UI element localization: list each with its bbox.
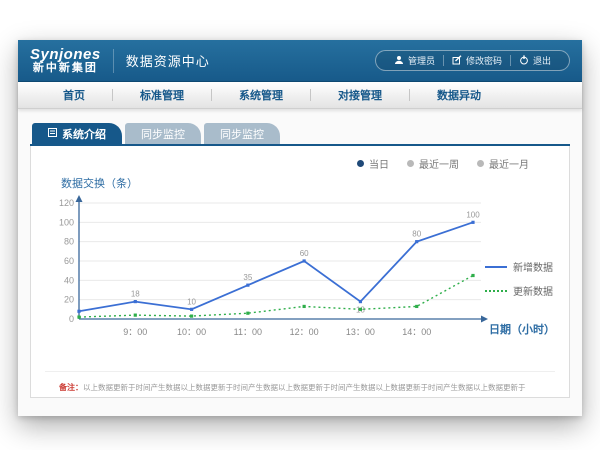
svg-text:100: 100 (466, 210, 480, 219)
svg-text:80: 80 (412, 230, 421, 239)
legend-line-sample (485, 266, 507, 268)
tab-1[interactable]: 同步监控 (125, 123, 201, 144)
footnote: 备注：以上数据更新于时间产生数据以上数据更新于时间产生数据以上数据更新于时间产生… (45, 371, 555, 393)
radio-selected-icon (357, 160, 364, 167)
svg-text:10: 10 (187, 297, 196, 306)
tab-label: 系统介绍 (62, 126, 106, 142)
document-icon (48, 128, 57, 140)
legend-item-1[interactable]: 更新数据 (485, 283, 553, 298)
period-option-label: 当日 (369, 156, 389, 171)
app-header: Synjones 新中新集团 数据资源中心 管理员 修改密码 退出 (18, 40, 582, 82)
edit-icon (452, 55, 462, 67)
main-content: 系统介绍 同步监控 同步监控 当日 最近一周 最近一月 数据交换（条） 0 20 40 60 8… (18, 109, 582, 398)
svg-text:18: 18 (131, 290, 140, 299)
svg-text:0: 0 (69, 314, 74, 324)
tab-label: 同步监控 (220, 126, 264, 142)
legend-label: 更新数据 (513, 283, 553, 298)
logo-text-secondary: 新中新集团 (33, 63, 98, 75)
page-title: 数据资源中心 (126, 51, 210, 70)
footnote-text: 以上数据更新于时间产生数据以上数据更新于时间产生数据以上数据更新于时间产生数据以… (83, 383, 526, 392)
nav-item-4[interactable]: 数据异动 (410, 87, 508, 103)
period-option-1[interactable]: 最近一周 (407, 156, 459, 171)
footnote-label: 备注： (59, 383, 83, 392)
x-axis-title: 日期（小时） (489, 321, 555, 337)
svg-text:60: 60 (300, 249, 309, 258)
svg-text:80: 80 (64, 237, 74, 247)
svg-text:35: 35 (243, 273, 252, 282)
period-option-0[interactable]: 当日 (357, 156, 389, 171)
nav-item-2[interactable]: 系统管理 (212, 87, 310, 103)
nav-item-0[interactable]: 首页 (36, 87, 112, 103)
line-chart: 0 20 40 60 80 100 120 9：00 10：00 11：00 12：00 13：00 1… (45, 193, 489, 343)
y-axis-title: 数据交换（条） (61, 175, 555, 191)
svg-text:12：00: 12：00 (290, 327, 319, 337)
tab-bar: 系统介绍 同步监控 同步监控 (30, 123, 570, 144)
current-user-button[interactable]: 管理员 (386, 54, 443, 67)
app-window: Synjones 新中新集团 数据资源中心 管理员 修改密码 退出 首页标准管理… (18, 40, 582, 416)
tab-2[interactable]: 同步监控 (204, 123, 280, 144)
tab-label: 同步监控 (141, 126, 185, 142)
svg-text:40: 40 (64, 275, 74, 285)
logo-text-primary: Synjones (30, 47, 101, 63)
svg-text:120: 120 (59, 198, 74, 208)
nav-bar: 首页标准管理系统管理对接管理数据异动 (18, 82, 582, 109)
tab-0[interactable]: 系统介绍 (32, 123, 122, 144)
chart-area: 0 20 40 60 80 100 120 9：00 10：00 11：00 12：00 13：00 1… (45, 193, 555, 361)
change-password-label: 修改密码 (466, 54, 502, 67)
radio-unselected-icon (407, 160, 414, 167)
svg-text:20: 20 (64, 295, 74, 305)
svg-text:9：00: 9：00 (123, 327, 147, 337)
period-option-label: 最近一周 (419, 156, 459, 171)
chart-legend: 新增数据更新数据 (485, 259, 553, 298)
period-option-2[interactable]: 最近一月 (477, 156, 529, 171)
header-divider (113, 49, 114, 73)
svg-text:60: 60 (64, 256, 74, 266)
legend-label: 新增数据 (513, 259, 553, 274)
svg-text:14：00: 14：00 (402, 327, 431, 337)
company-logo: Synjones 新中新集团 (30, 47, 101, 74)
legend-line-sample (485, 290, 507, 292)
user-toolbar: 管理员 修改密码 退出 (375, 50, 570, 71)
legend-item-0[interactable]: 新增数据 (485, 259, 553, 274)
change-password-button[interactable]: 修改密码 (444, 54, 510, 67)
svg-text:11：00: 11：00 (234, 327, 262, 337)
svg-text:10：00: 10：00 (177, 327, 206, 337)
svg-text:13：00: 13：00 (346, 327, 375, 337)
nav-item-1[interactable]: 标准管理 (113, 87, 211, 103)
logout-button[interactable]: 退出 (511, 54, 559, 67)
power-icon (519, 55, 529, 67)
user-icon (394, 55, 404, 67)
nav-item-3[interactable]: 对接管理 (311, 87, 409, 103)
chart-panel: 当日 最近一周 最近一月 数据交换（条） 0 20 40 60 80 100 120 9：00 10… (30, 146, 570, 398)
radio-unselected-icon (477, 160, 484, 167)
period-filter: 当日 最近一周 最近一月 (45, 156, 529, 171)
svg-text:100: 100 (59, 217, 74, 227)
current-user-label: 管理员 (408, 54, 435, 67)
period-option-label: 最近一月 (489, 156, 529, 171)
logout-label: 退出 (533, 54, 551, 67)
